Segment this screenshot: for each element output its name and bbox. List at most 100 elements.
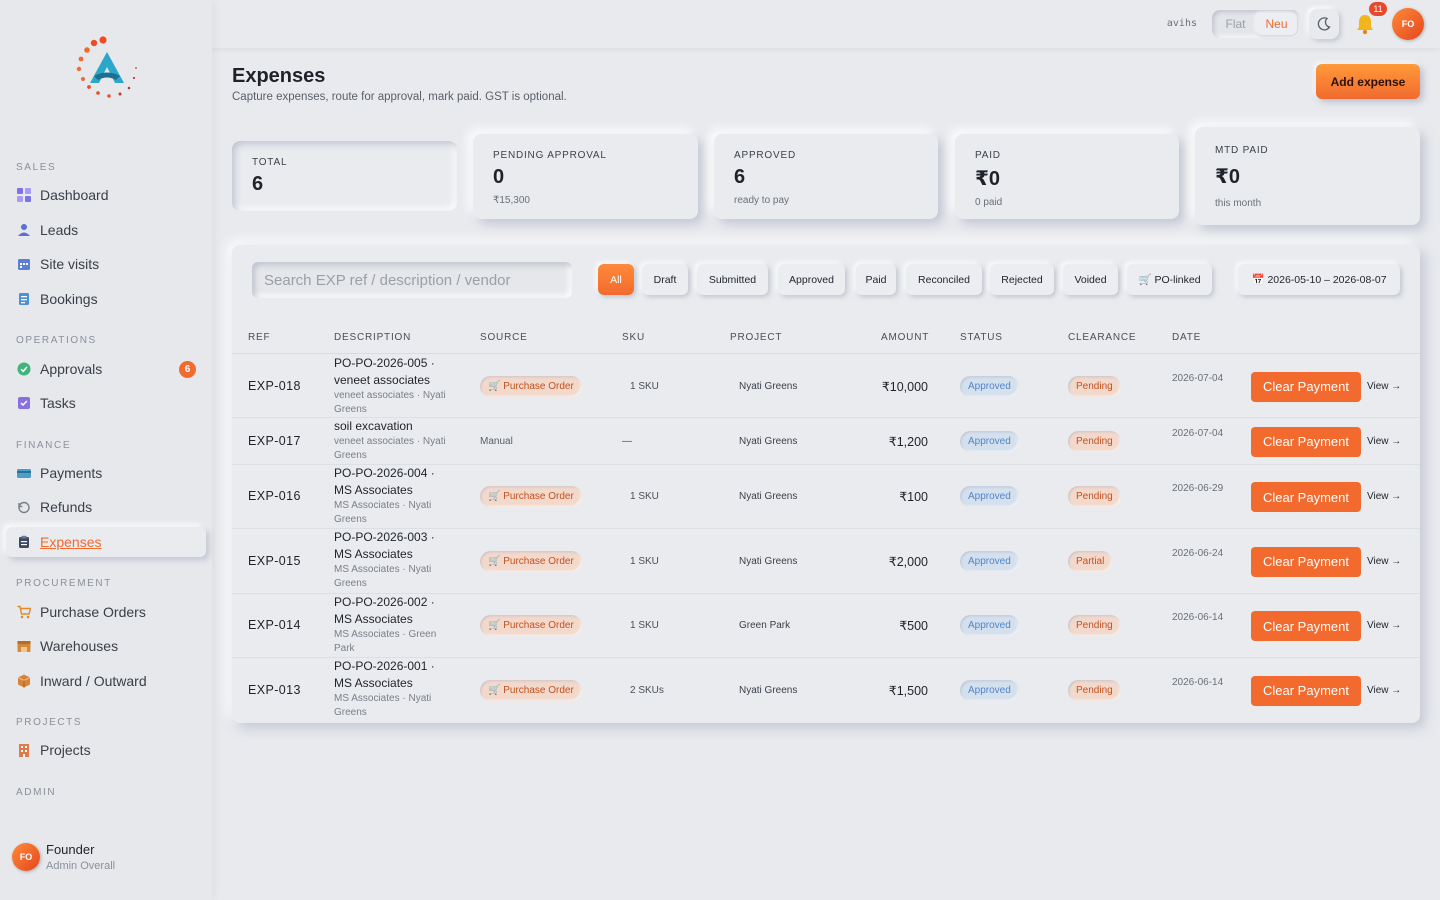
sidebar-item-tasks[interactable]: Tasks	[6, 388, 206, 418]
expense-ref[interactable]: EXP-013	[248, 683, 301, 697]
filter-chip-po-linked[interactable]: 🛒 PO-linked	[1127, 264, 1212, 295]
filter-chip-paid[interactable]: Paid	[856, 264, 896, 295]
account-avatar[interactable]: FO	[1392, 8, 1424, 40]
search-input[interactable]	[252, 262, 572, 298]
source-badge: 🛒 Purchase Order	[480, 375, 582, 397]
view-link[interactable]: View →	[1367, 556, 1401, 567]
avatar: FO	[12, 843, 40, 871]
table-row[interactable]: EXP-018 PO-PO-2026-005 · veneet associate…	[232, 355, 1420, 418]
stat-label: PAID	[975, 150, 1001, 161]
sidebar-item-label: Refunds	[40, 499, 93, 515]
clear-payment-button[interactable]: Clear Payment	[1251, 371, 1361, 402]
view-link[interactable]: View →	[1367, 685, 1401, 696]
expense-amount: ₹100	[899, 490, 928, 504]
page-subtitle: Capture expenses, route for approval, ma…	[232, 91, 567, 103]
add-expense-button[interactable]: Add expense	[1316, 64, 1420, 99]
filter-chip-draft[interactable]: Draft	[642, 264, 688, 295]
sku-count: 1 SKU	[630, 491, 659, 502]
sidebar-item-expenses[interactable]: Expenses	[6, 527, 206, 557]
stat-card-total: TOTAL 6	[232, 141, 457, 211]
project-name: Nyati Greens	[739, 491, 798, 502]
app-logo-icon[interactable]	[74, 36, 140, 102]
column-header-date[interactable]: DATE	[1172, 332, 1201, 343]
filter-chip-all[interactable]: All	[598, 264, 634, 295]
sidebar-item-inward-outward[interactable]: Inward / Outward	[6, 666, 206, 696]
stat-label: APPROVED	[734, 150, 796, 161]
filter-chip-approved[interactable]: Approved	[778, 264, 845, 295]
expense-description: PO-PO-2026-005 · veneet associates veneet…	[334, 355, 449, 417]
sidebar-item-payments[interactable]: Payments	[6, 458, 206, 488]
column-header-source[interactable]: SOURCE	[480, 332, 528, 343]
stat-sub: 0 paid	[975, 197, 1003, 208]
table-row[interactable]: EXP-013 PO-PO-2026-001 · MS Associates MS …	[232, 658, 1420, 723]
filter-chip-submitted[interactable]: Submitted	[697, 264, 768, 295]
stat-label: MTD PAID	[1215, 145, 1269, 156]
theme-style-toggle[interactable]: Flat Neu	[1212, 10, 1300, 38]
document-icon	[17, 292, 31, 306]
expense-ref[interactable]: EXP-017	[248, 434, 301, 448]
column-header-ref[interactable]: REF	[248, 332, 270, 343]
filter-chip-rejected[interactable]: Rejected	[990, 264, 1054, 295]
date-range-picker[interactable]: 📅 2026-05-10 – 2026-08-07	[1238, 264, 1400, 295]
clear-payment-button[interactable]: Clear Payment	[1251, 482, 1361, 512]
sku-count: 2 SKUs	[630, 684, 664, 696]
expense-ref[interactable]: EXP-016	[248, 489, 301, 503]
sidebar-item-site-visits[interactable]: Site visits	[6, 249, 206, 279]
stat-sub: this month	[1215, 198, 1262, 209]
sidebar-item-approvals[interactable]: Approvals 6	[6, 354, 206, 384]
expense-description: PO-PO-2026-002 · MS Associates MS Associa…	[334, 594, 449, 656]
filter-chip-reconciled[interactable]: Reconciled	[906, 264, 982, 295]
expense-amount: ₹10,000	[881, 379, 928, 394]
column-header-description[interactable]: DESCRIPTION	[334, 332, 411, 343]
column-header-clearance[interactable]: CLEARANCE	[1068, 332, 1136, 343]
sidebar-item-refunds[interactable]: Refunds	[6, 492, 206, 522]
user-profile[interactable]: FO Founder Admin Overall	[12, 842, 115, 872]
check-circle-icon	[17, 362, 31, 376]
neu-option[interactable]: Neu	[1256, 13, 1297, 35]
description-title: PO-PO-2026-004 · MS Associates	[334, 466, 435, 497]
expense-ref[interactable]: EXP-015	[248, 554, 301, 568]
view-link[interactable]: View →	[1367, 491, 1401, 502]
dark-mode-button[interactable]	[1309, 9, 1339, 39]
bell-icon[interactable]	[1354, 13, 1376, 35]
sku-count: —	[622, 435, 632, 447]
column-header-sku[interactable]: SKU	[622, 332, 645, 343]
stat-value: ₹0	[975, 168, 1001, 190]
view-link[interactable]: View →	[1367, 436, 1401, 447]
sidebar-item-bookings[interactable]: Bookings	[6, 284, 206, 314]
expense-ref[interactable]: EXP-018	[248, 379, 301, 393]
approvals-count-badge: 6	[179, 361, 196, 378]
status-badge: Approved	[960, 430, 1019, 452]
page-title: Expenses	[232, 65, 326, 87]
table-row[interactable]: EXP-015 PO-PO-2026-003 · MS Associates MS …	[232, 529, 1420, 594]
nav-section-finance: FINANCE	[16, 440, 72, 451]
view-link[interactable]: View →	[1367, 620, 1401, 631]
filter-chip-voided[interactable]: Voided	[1063, 264, 1118, 295]
clear-payment-button[interactable]: Clear Payment	[1251, 675, 1361, 706]
expense-ref[interactable]: EXP-014	[248, 618, 301, 632]
cart-icon	[17, 605, 31, 619]
sidebar-item-projects[interactable]: Projects	[6, 735, 206, 765]
flat-option[interactable]: Flat	[1215, 13, 1256, 35]
stat-value: 6	[252, 173, 264, 195]
clear-payment-button[interactable]: Clear Payment	[1251, 426, 1361, 457]
clear-payment-button[interactable]: Clear Payment	[1251, 611, 1361, 641]
column-header-status[interactable]: STATUS	[960, 332, 1003, 343]
sidebar-item-dashboard[interactable]: Dashboard	[6, 180, 206, 210]
sidebar-item-warehouses[interactable]: Warehouses	[6, 631, 206, 661]
table-row[interactable]: EXP-017 soil excavation veneet associates …	[232, 418, 1420, 465]
table-row[interactable]: EXP-016 PO-PO-2026-004 · MS Associates MS …	[232, 465, 1420, 529]
sidebar-item-leads[interactable]: Leads	[6, 215, 206, 245]
clearance-badge: Pending	[1068, 679, 1121, 701]
view-link[interactable]: View →	[1367, 381, 1401, 392]
column-header-amount[interactable]: AMOUNT	[881, 332, 929, 343]
grid-icon	[17, 188, 31, 202]
table-row[interactable]: EXP-014 PO-PO-2026-002 · MS Associates MS …	[232, 594, 1420, 658]
clear-payment-button[interactable]: Clear Payment	[1251, 546, 1361, 577]
sidebar-item-purchase-orders[interactable]: Purchase Orders	[6, 597, 206, 627]
clearance-badge: Partial	[1068, 550, 1113, 572]
sidebar-item-label: Leads	[40, 222, 79, 238]
column-header-project[interactable]: PROJECT	[730, 332, 782, 343]
clearance-badge: Pending	[1068, 615, 1121, 636]
status-badge: Approved	[960, 486, 1019, 507]
